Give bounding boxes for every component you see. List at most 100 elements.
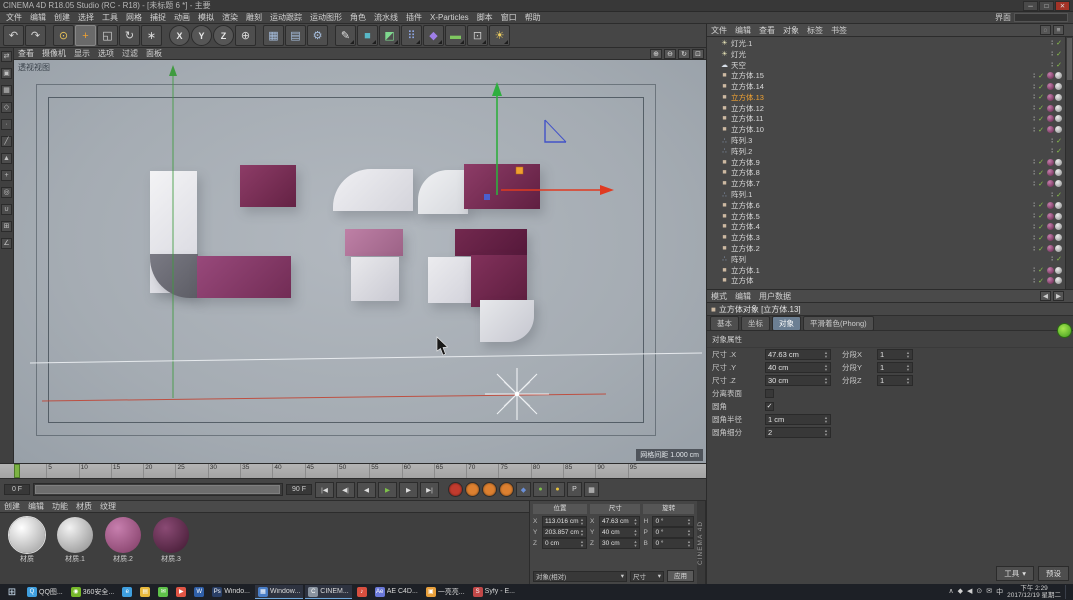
enabled-check-icon[interactable]: ✓ bbox=[1038, 277, 1044, 285]
material-item[interactable]: 材质 bbox=[6, 516, 48, 564]
stepper[interactable] bbox=[686, 518, 692, 526]
object-menu-item[interactable]: 书签 bbox=[827, 25, 851, 36]
object-list-scrollbar[interactable] bbox=[1065, 37, 1073, 289]
enabled-check-icon[interactable]: ✓ bbox=[1056, 61, 1062, 69]
object-row[interactable]: ∴ 阵列.1 ∶ ✓ bbox=[707, 189, 1065, 200]
object-row[interactable]: ■ 立方体.5 ∶ ✓ bbox=[707, 211, 1065, 222]
tag-icons[interactable] bbox=[1047, 126, 1062, 134]
attribute-tab[interactable]: 平滑着色(Phong) bbox=[803, 315, 874, 331]
tag-icons[interactable] bbox=[1047, 72, 1062, 80]
tag-icons[interactable] bbox=[1047, 212, 1062, 220]
coordinate-field[interactable]: 203.857 cm bbox=[542, 527, 587, 538]
checkbox[interactable] bbox=[765, 402, 774, 411]
enabled-check-icon[interactable]: ✓ bbox=[1038, 169, 1044, 177]
material-item[interactable]: 材质.2 bbox=[102, 517, 144, 564]
tag-icons[interactable] bbox=[1047, 180, 1062, 188]
visibility-dots-icon[interactable]: ∶ bbox=[1033, 266, 1035, 274]
menu-item[interactable]: 编辑 bbox=[26, 12, 50, 23]
separator[interactable] bbox=[47, 25, 52, 46]
last-tool-button[interactable]: ∗ bbox=[141, 25, 162, 46]
quantize-button[interactable]: ∠ bbox=[1, 238, 12, 249]
enabled-check-icon[interactable]: ✓ bbox=[1038, 234, 1044, 242]
filter-icon[interactable]: ≡ bbox=[1053, 25, 1064, 35]
render-settings-button[interactable]: ⚙ bbox=[307, 25, 328, 46]
tag-icons[interactable] bbox=[1047, 234, 1062, 242]
polygons-mode-button[interactable]: ▲ bbox=[1, 153, 12, 164]
stepper[interactable] bbox=[823, 364, 829, 372]
taskbar-wechat[interactable]: ✉ bbox=[155, 585, 171, 599]
material-menu-item[interactable]: 纹理 bbox=[96, 501, 120, 512]
viewport-menu-item[interactable]: 查看 bbox=[14, 48, 38, 59]
points-mode-button[interactable]: · bbox=[1, 119, 12, 130]
taskbar-qq[interactable]: Q QQ图... bbox=[24, 585, 66, 599]
coordinate-field[interactable]: 0 cm bbox=[542, 538, 587, 549]
menu-item[interactable]: X-Particles bbox=[426, 13, 473, 22]
object-row[interactable]: ■ 立方体.14 ∶ ✓ bbox=[707, 81, 1065, 92]
lock-x-axis-button[interactable]: X bbox=[169, 25, 190, 46]
object-row[interactable]: ■ 立方体.9 ∶ ✓ bbox=[707, 157, 1065, 168]
menu-item[interactable]: 创建 bbox=[50, 12, 74, 23]
object-row[interactable]: ☀ 灯光 ∶ ✓ bbox=[707, 49, 1065, 60]
tag-icons[interactable] bbox=[1047, 83, 1062, 91]
menu-item[interactable]: 动画 bbox=[170, 12, 194, 23]
maximize-button[interactable]: □ bbox=[1039, 0, 1054, 11]
size-field[interactable]: 47.63 cm bbox=[765, 349, 831, 360]
taskbar-explorer[interactable]: ▤ bbox=[137, 585, 153, 599]
enabled-check-icon[interactable]: ✓ bbox=[1056, 137, 1062, 145]
recorder-overlay-icon[interactable] bbox=[1057, 323, 1072, 338]
snap-button[interactable]: ∪ bbox=[1, 204, 12, 215]
environment-floor-button[interactable]: ▬ bbox=[445, 25, 466, 46]
taskbar-player[interactable]: ▶ bbox=[173, 585, 189, 599]
visibility-dots-icon[interactable]: ∶ bbox=[1051, 39, 1053, 47]
enabled-check-icon[interactable]: ✓ bbox=[1056, 50, 1062, 58]
end-frame-field[interactable]: 90 F bbox=[286, 484, 312, 495]
menu-item[interactable]: 网格 bbox=[122, 12, 146, 23]
timeline-ruler[interactable]: 05101520253035404550556065707580859095 bbox=[0, 463, 706, 478]
tray-volume-icon[interactable]: ◀ bbox=[967, 587, 972, 597]
stepper[interactable] bbox=[579, 518, 585, 526]
enabled-check-icon[interactable]: ✓ bbox=[1038, 223, 1044, 231]
close-button[interactable]: ✕ bbox=[1055, 0, 1070, 11]
stepper[interactable] bbox=[686, 540, 692, 548]
taskbar-browser[interactable]: S Syfy - E... bbox=[470, 585, 518, 599]
tag-icons[interactable] bbox=[1047, 93, 1062, 101]
current-frame-marker[interactable] bbox=[14, 464, 20, 478]
attribute-tab[interactable]: 对象 bbox=[772, 315, 801, 331]
start-frame-field[interactable]: 0 F bbox=[4, 484, 30, 495]
menu-item[interactable]: 运动跟踪 bbox=[266, 12, 306, 23]
coordinate-field[interactable]: 113.016 cm bbox=[542, 516, 587, 527]
object-row[interactable]: ∴ 阵列.2 ∶ ✓ bbox=[707, 146, 1065, 157]
object-row[interactable]: ■ 立方体.15 ∶ ✓ bbox=[707, 70, 1065, 81]
coordinate-field[interactable]: 30 cm bbox=[598, 538, 641, 549]
tag-icons[interactable] bbox=[1047, 266, 1062, 274]
taskbar-ps[interactable]: Ps Windo... bbox=[209, 585, 253, 599]
keyframe-selection-button[interactable]: ◆ bbox=[516, 482, 531, 497]
enabled-check-icon[interactable]: ✓ bbox=[1038, 115, 1044, 123]
tag-icons[interactable] bbox=[1047, 158, 1062, 166]
viewport-menu-item[interactable]: 显示 bbox=[70, 48, 94, 59]
taskbar-c4d[interactable]: C CINEM... bbox=[305, 585, 352, 599]
coordinate-field[interactable]: 40 cm bbox=[598, 527, 641, 538]
menu-item[interactable]: 帮助 bbox=[521, 12, 545, 23]
clock[interactable]: 下午 2:29 2017/12/19 星期二 bbox=[1007, 585, 1061, 600]
preview-range-slider[interactable] bbox=[33, 483, 283, 496]
taskbar-netease[interactable]: ♪ bbox=[354, 585, 370, 599]
minimize-button[interactable]: ─ bbox=[1023, 0, 1038, 11]
object-row[interactable]: ∴ 阵列.3 ∶ ✓ bbox=[707, 135, 1065, 146]
object-row[interactable]: ■ 立方体.13 ∶ ✓ bbox=[707, 92, 1065, 103]
tag-icons[interactable] bbox=[1047, 115, 1062, 123]
object-row[interactable]: ☁ 天空 ∶ ✓ bbox=[707, 60, 1065, 71]
object-row[interactable]: ■ 立方体 ∶ ✓ bbox=[707, 276, 1065, 287]
visibility-dots-icon[interactable]: ∶ bbox=[1033, 212, 1035, 220]
taskbar-ie[interactable]: e bbox=[119, 585, 135, 599]
object-row[interactable]: ■ 立方体.7 ∶ ✓ bbox=[707, 178, 1065, 189]
tray-network-icon[interactable]: ⊙ bbox=[976, 587, 982, 597]
material-menu-item[interactable]: 编辑 bbox=[24, 501, 48, 512]
previous-frame-button[interactable]: ◀ bbox=[357, 481, 376, 498]
menu-item[interactable]: 选择 bbox=[74, 12, 98, 23]
visibility-dots-icon[interactable]: ∶ bbox=[1033, 93, 1035, 101]
live-selection-button[interactable]: ⊙ bbox=[53, 25, 74, 46]
zoom-view-icon[interactable]: ⊖ bbox=[664, 48, 676, 59]
enabled-check-icon[interactable]: ✓ bbox=[1038, 72, 1044, 80]
coordinate-field[interactable]: 47.63 cm bbox=[598, 516, 641, 527]
